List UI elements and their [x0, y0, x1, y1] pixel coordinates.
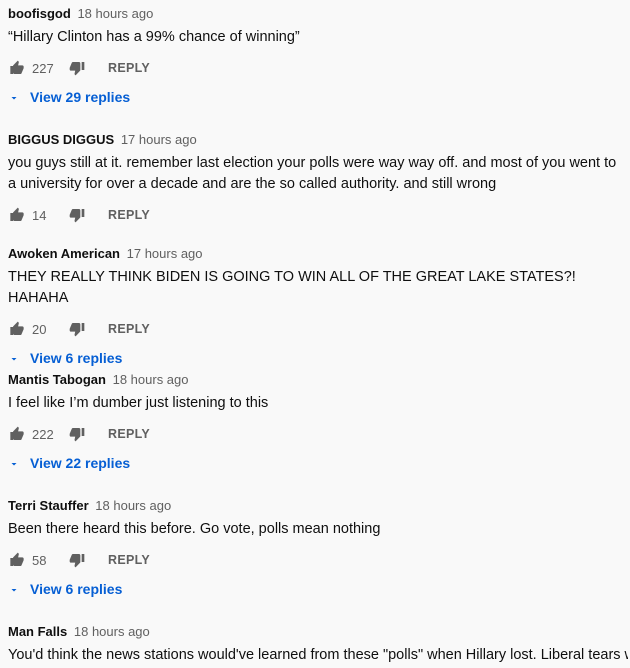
comment-thread: Man Falls 18 hours ago You'd think the n…	[8, 623, 630, 666]
view-replies-label[interactable]: View 22 replies	[30, 455, 130, 471]
comment-text: “Hillary Clinton has a 99% chance of win…	[8, 29, 300, 45]
comment-text: I feel like I’m dumber just listening to…	[8, 395, 269, 411]
view-replies-button[interactable]: View 22 replies	[8, 452, 630, 474]
view-replies-label[interactable]: View 6 replies	[30, 581, 122, 597]
view-replies-button[interactable]: View 29 replies	[8, 86, 630, 108]
comment-header: Terri Stauffer 18 hours ago	[8, 497, 630, 515]
comment-header: Awoken American 17 hours ago	[8, 245, 630, 263]
comment-thread: boofisgod 18 hours ago “Hillary Clinton …	[8, 5, 630, 108]
thumbs-down-icon[interactable]	[68, 206, 86, 224]
like-count: 20	[32, 321, 47, 337]
comment-actions: 222 REPLY	[8, 422, 630, 446]
comment-actions: 227 REPLY	[8, 56, 630, 80]
thumbs-up-icon[interactable]	[8, 320, 26, 338]
thumbs-up-icon[interactable]	[8, 425, 26, 443]
comment-thread: Mantis Tabogan 18 hours ago I feel like …	[8, 371, 630, 474]
view-replies-label[interactable]: View 6 replies	[30, 350, 122, 366]
comment-time[interactable]: 18 hours ago	[77, 6, 153, 21]
thumbs-up-icon[interactable]	[8, 59, 26, 77]
comment-author[interactable]: Awoken American	[8, 246, 120, 261]
comments-section: boofisgod 18 hours ago “Hillary Clinton …	[0, 0, 630, 668]
reply-button[interactable]: REPLY	[108, 553, 150, 567]
comment-author[interactable]: Man Falls	[8, 624, 67, 639]
thumbs-up-icon[interactable]	[8, 206, 26, 224]
reply-button[interactable]: REPLY	[108, 61, 150, 75]
comment-time[interactable]: 18 hours ago	[113, 372, 189, 387]
comment-header: Man Falls 18 hours ago	[8, 623, 630, 641]
like-count: 14	[32, 207, 47, 223]
comment-author[interactable]: Mantis Tabogan	[8, 372, 106, 387]
comment-time[interactable]: 18 hours ago	[74, 624, 150, 639]
comment-text: THEY REALLY THINK BIDEN IS GOING TO WIN …	[8, 269, 576, 306]
view-replies-button[interactable]: View 6 replies	[8, 347, 630, 369]
comment-actions: 58 REPLY	[8, 548, 630, 572]
comment-author[interactable]: boofisgod	[8, 6, 71, 21]
comment-author[interactable]: Terri Stauffer	[8, 498, 89, 513]
chevron-down-icon	[8, 457, 20, 469]
thumbs-down-icon[interactable]	[68, 425, 86, 443]
comment-time[interactable]: 17 hours ago	[127, 246, 203, 261]
thumbs-down-icon[interactable]	[68, 551, 86, 569]
comment-text: Been there heard this before. Go vote, p…	[8, 521, 381, 537]
comment-header: boofisgod 18 hours ago	[8, 5, 630, 23]
reply-button[interactable]: REPLY	[108, 208, 150, 222]
thumbs-down-icon[interactable]	[68, 59, 86, 77]
comment-text: You'd think the news stations would've l…	[8, 647, 628, 663]
comment-thread: Awoken American 17 hours ago THEY REALLY…	[8, 245, 630, 369]
comment-thread: BIGGUS DIGGUS 17 hours ago you guys stil…	[8, 131, 630, 227]
comment-time[interactable]: 17 hours ago	[121, 132, 197, 147]
thumbs-down-icon[interactable]	[68, 320, 86, 338]
thumbs-up-icon[interactable]	[8, 551, 26, 569]
like-count: 222	[32, 426, 54, 442]
comment-actions: 20 REPLY	[8, 317, 630, 341]
chevron-down-icon	[8, 352, 20, 364]
like-count: 227	[32, 60, 54, 76]
chevron-down-icon	[8, 583, 20, 595]
reply-button[interactable]: REPLY	[108, 427, 150, 441]
comment-thread: Terri Stauffer 18 hours ago Been there h…	[8, 497, 630, 600]
comment-header: Mantis Tabogan 18 hours ago	[8, 371, 630, 389]
comment-text: you guys still at it. remember last elec…	[8, 155, 617, 192]
comment-header: BIGGUS DIGGUS 17 hours ago	[8, 131, 630, 149]
comment-actions: 14 REPLY	[8, 203, 630, 227]
like-count: 58	[32, 552, 47, 568]
view-replies-label[interactable]: View 29 replies	[30, 89, 130, 105]
comment-author[interactable]: BIGGUS DIGGUS	[8, 132, 114, 147]
comment-time[interactable]: 18 hours ago	[95, 498, 171, 513]
reply-button[interactable]: REPLY	[108, 322, 150, 336]
chevron-down-icon	[8, 91, 20, 103]
view-replies-button[interactable]: View 6 replies	[8, 578, 630, 600]
